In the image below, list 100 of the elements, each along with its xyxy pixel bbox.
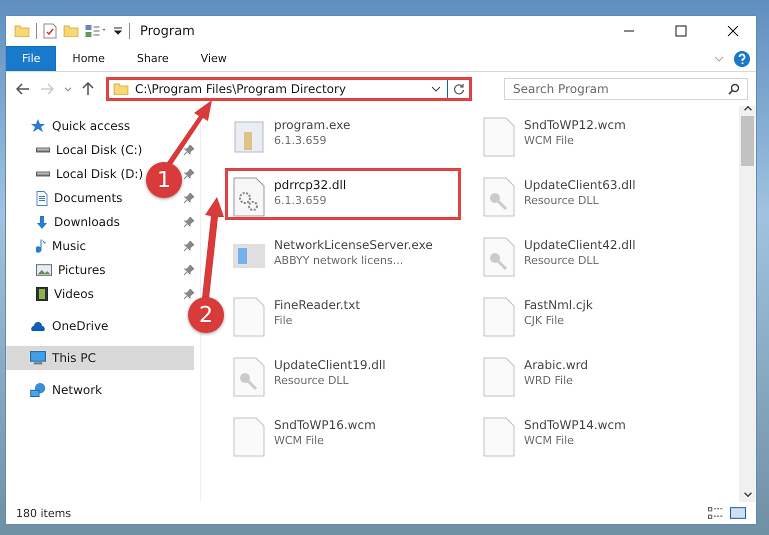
file-name: pdrrcp32.dll bbox=[274, 178, 346, 192]
scrollbar[interactable] bbox=[739, 106, 756, 502]
file-detail: CJK File bbox=[524, 314, 566, 327]
file-detail: WCM File bbox=[524, 134, 575, 147]
sidebar-item[interactable]: OneDrive bbox=[6, 314, 110, 338]
file-name: FastNml.cjk bbox=[524, 298, 593, 312]
file-tile[interactable]: NetworkLicenseServer.exe ABBYY network licens... bbox=[225, 228, 461, 280]
drive-icon bbox=[36, 171, 50, 177]
file-name: SndToWP16.wcm bbox=[274, 418, 376, 432]
file-tile[interactable]: FastNml.cjk CJK File bbox=[475, 288, 711, 340]
file-name: program.exe bbox=[274, 118, 350, 132]
pin-icon[interactable] bbox=[184, 169, 194, 179]
network-icon bbox=[30, 383, 46, 397]
up-arrow-icon bbox=[82, 82, 94, 96]
music-note-icon bbox=[36, 239, 46, 253]
film-icon bbox=[36, 287, 48, 301]
file-tile[interactable]: SndToWP16.wcm WCM File bbox=[225, 408, 461, 460]
document-icon bbox=[36, 190, 48, 206]
file-name: NetworkLicenseServer.exe bbox=[274, 238, 433, 252]
sidebar-item[interactable]: Pictures bbox=[6, 258, 108, 282]
forward-arrow-icon bbox=[40, 83, 54, 95]
file-name: FineReader.txt bbox=[274, 298, 360, 312]
scroll-up-icon[interactable] bbox=[744, 106, 752, 111]
sidebar-item[interactable]: Network bbox=[6, 378, 104, 402]
sidebar-item[interactable]: Local Disk (C:) bbox=[6, 138, 144, 162]
file-tile[interactable]: UpdateClient19.dll Resource DLL bbox=[225, 348, 461, 400]
file-detail: 6.1.3.659 bbox=[274, 134, 328, 147]
file-icon bbox=[232, 296, 266, 338]
file-detail: Resource DLL bbox=[524, 254, 600, 267]
file-icon bbox=[482, 356, 516, 398]
properties-icon[interactable] bbox=[43, 23, 57, 39]
file-name: SndToWP14.wcm bbox=[524, 418, 626, 432]
sidebar-item[interactable]: Videos bbox=[6, 282, 96, 306]
view-options-icon[interactable] bbox=[85, 25, 107, 37]
file-icon bbox=[482, 116, 516, 158]
tiles-view-icon[interactable] bbox=[730, 507, 746, 519]
key-file-icon bbox=[482, 176, 516, 218]
file-tile[interactable]: UpdateClient63.dll Resource DLL bbox=[475, 168, 711, 220]
file-icon bbox=[482, 296, 516, 338]
sidebar-item[interactable]: Downloads bbox=[6, 210, 122, 234]
file-tile[interactable]: FineReader.txt File bbox=[225, 288, 461, 340]
scroll-down-icon[interactable] bbox=[744, 492, 752, 497]
pin-icon[interactable] bbox=[184, 193, 194, 203]
download-icon bbox=[36, 216, 48, 228]
file-tile[interactable]: program.exe 6.1.3.659 bbox=[225, 108, 461, 160]
file-detail: File bbox=[274, 314, 294, 327]
chevron-down-icon[interactable] bbox=[431, 86, 441, 92]
back-button[interactable] bbox=[14, 81, 32, 97]
pin-icon[interactable] bbox=[184, 217, 194, 227]
file-detail: 6.1.3.659 bbox=[274, 194, 328, 207]
star-icon bbox=[30, 118, 46, 134]
drive-icon bbox=[36, 147, 50, 153]
file-name: UpdateClient63.dll bbox=[524, 178, 636, 192]
window-title: Program bbox=[140, 24, 196, 38]
file-detail: WCM File bbox=[524, 434, 575, 447]
address-bar[interactable]: C:\Program Files\Program Directory bbox=[106, 77, 472, 101]
help-icon[interactable] bbox=[734, 50, 750, 66]
minimize-icon bbox=[623, 30, 635, 32]
file-detail: WRD File bbox=[524, 374, 574, 387]
file-tile[interactable]: SndToWP12.wcm WCM File bbox=[475, 108, 711, 160]
file-name: UpdateClient42.dll bbox=[524, 238, 636, 252]
file-detail: WCM File bbox=[274, 434, 325, 447]
file-detail: ABBYY network licens... bbox=[274, 254, 404, 267]
sidebar-item[interactable]: Documents bbox=[6, 186, 124, 210]
picture-icon bbox=[36, 264, 52, 276]
file-tab[interactable]: File bbox=[6, 46, 56, 71]
pin-icon[interactable] bbox=[184, 265, 194, 275]
refresh-icon bbox=[452, 83, 464, 95]
details-view-icon[interactable] bbox=[708, 507, 724, 519]
file-detail: Resource DLL bbox=[524, 194, 600, 207]
scrollbar-thumb[interactable] bbox=[741, 116, 754, 166]
ribbon-tab[interactable]: View bbox=[184, 46, 243, 71]
gear-file-icon bbox=[232, 176, 266, 218]
file-tile[interactable]: SndToWP14.wcm WCM File bbox=[475, 408, 711, 460]
recent-locations-button[interactable] bbox=[62, 84, 74, 94]
file-name: SndToWP12.wcm bbox=[524, 118, 626, 132]
search-field[interactable]: Search Program bbox=[504, 78, 748, 100]
file-name: UpdateClient19.dll bbox=[274, 358, 386, 372]
file-tile[interactable]: pdrrcp32.dll 6.1.3.659 bbox=[225, 168, 461, 220]
sidebar-item[interactable]: Quick access bbox=[6, 114, 132, 138]
file-tile[interactable]: Arabic.wrd WRD File bbox=[475, 348, 711, 400]
folder-icon bbox=[14, 24, 30, 38]
pin-icon[interactable] bbox=[184, 289, 194, 299]
key-file-icon bbox=[482, 236, 516, 278]
close-icon bbox=[727, 25, 739, 37]
cloud-icon bbox=[30, 322, 46, 330]
file-icon bbox=[232, 416, 266, 458]
sidebar-item[interactable]: Local Disk (D:) bbox=[6, 162, 146, 186]
up-button[interactable] bbox=[80, 80, 96, 98]
pin-icon[interactable] bbox=[184, 241, 194, 251]
pin-icon[interactable] bbox=[184, 145, 194, 155]
chevron-down-icon bbox=[64, 86, 72, 92]
sidebar-item[interactable]: This PC bbox=[6, 346, 194, 370]
ribbon-tab[interactable]: Share bbox=[120, 46, 185, 71]
dropdown-icon[interactable] bbox=[113, 27, 123, 35]
folder-icon bbox=[63, 24, 79, 38]
file-tile[interactable]: UpdateClient42.dll Resource DLL bbox=[475, 228, 711, 280]
ribbon-tab[interactable]: Home bbox=[56, 46, 121, 71]
item-count: 180 items bbox=[16, 506, 72, 520]
sidebar-item[interactable]: Music bbox=[6, 234, 88, 258]
